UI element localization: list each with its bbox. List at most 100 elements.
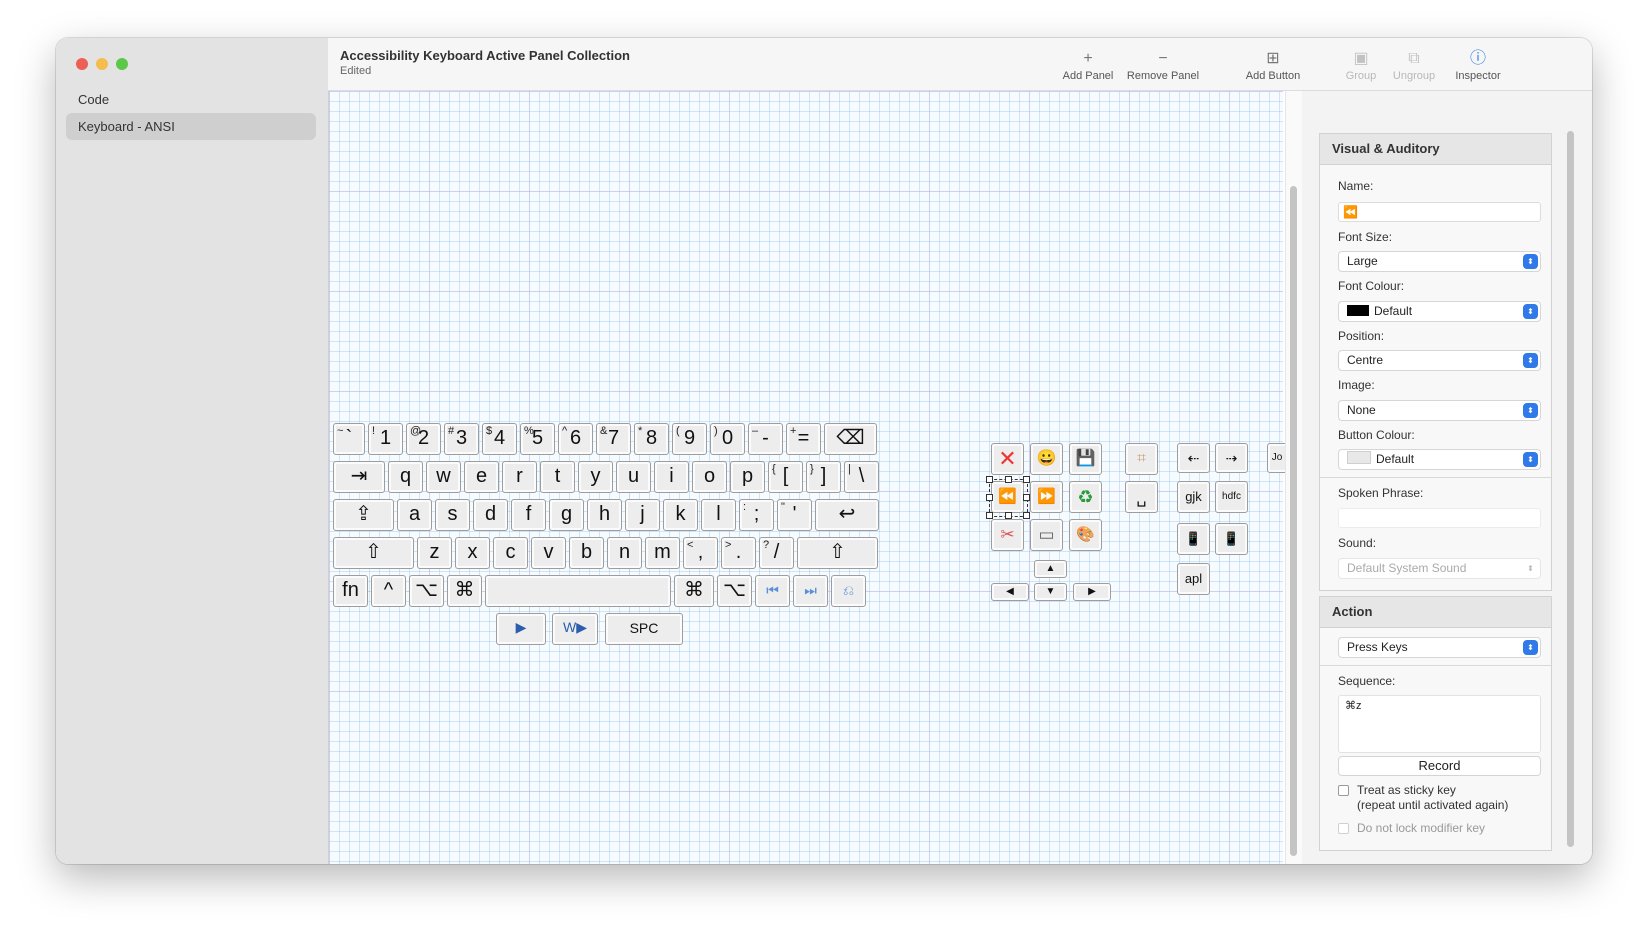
- key-row1-7[interactable]: & 7: [596, 423, 631, 455]
- key-row3-6[interactable]: h: [587, 499, 622, 531]
- key-row6-2[interactable]: SPC: [605, 613, 683, 645]
- key-row3-9[interactable]: l: [701, 499, 736, 531]
- key-row3-2[interactable]: s: [435, 499, 470, 531]
- key-row1-9[interactable]: (9: [672, 423, 707, 455]
- resize-handle[interactable]: [1023, 476, 1030, 483]
- arrow-left-key[interactable]: ◀: [991, 583, 1029, 601]
- key-row2-1[interactable]: q: [388, 461, 423, 493]
- action-type-select[interactable]: Press Keys ⬍: [1338, 637, 1541, 658]
- key-row4-6[interactable]: n: [607, 537, 642, 569]
- fast-forward-key[interactable]: ⏩: [1030, 481, 1063, 513]
- key-row2-2[interactable]: w: [426, 461, 461, 493]
- key-row4-9[interactable]: >.: [721, 537, 756, 569]
- key-row4-3[interactable]: c: [493, 537, 528, 569]
- key-row3-3[interactable]: d: [473, 499, 508, 531]
- key-row5-9[interactable]: ⎌: [831, 575, 866, 607]
- resize-handle[interactable]: [1005, 476, 1012, 483]
- canvas-vertical-scrollbar[interactable]: [1285, 91, 1302, 864]
- key-row4-5[interactable]: b: [569, 537, 604, 569]
- scrollbar-thumb[interactable]: [1290, 186, 1297, 856]
- key-row2-11[interactable]: {[: [768, 461, 803, 493]
- key-row4-4[interactable]: v: [531, 537, 566, 569]
- lock-modifier-checkbox[interactable]: [1338, 823, 1349, 834]
- key-row1-10[interactable]: ) 0: [710, 423, 745, 455]
- key-row2-3[interactable]: e: [464, 461, 499, 493]
- sequence-field[interactable]: ⌘z: [1338, 695, 1541, 753]
- arrow-up-key[interactable]: ▲: [1034, 560, 1067, 578]
- key-row6-1[interactable]: W▶: [552, 613, 598, 645]
- key-row3-0[interactable]: ⇪: [333, 499, 394, 531]
- window-key[interactable]: ▭: [1030, 519, 1063, 551]
- key-row5-3[interactable]: ⌘: [447, 575, 482, 607]
- key-row2-7[interactable]: u: [616, 461, 651, 493]
- word-left-key[interactable]: ⇠: [1177, 443, 1210, 473]
- key-row1-3[interactable]: #3: [444, 423, 479, 455]
- key-row2-5[interactable]: t: [540, 461, 575, 493]
- key-row4-8[interactable]: <,: [683, 537, 718, 569]
- key-row1-5[interactable]: % 5: [520, 423, 555, 455]
- minimize-window-button[interactable]: [96, 58, 108, 70]
- button-colour-select[interactable]: Default ⬍: [1338, 449, 1541, 470]
- key-row1-2[interactable]: @2: [406, 423, 441, 455]
- key-row5-5[interactable]: ⌘: [674, 575, 714, 607]
- add-button-button[interactable]: ⊞ Add Button: [1233, 48, 1313, 82]
- key-row4-2[interactable]: x: [455, 537, 490, 569]
- zoom-window-button[interactable]: [116, 58, 128, 70]
- resize-handle[interactable]: [1005, 512, 1012, 519]
- key-row4-0[interactable]: ⇧: [333, 537, 414, 569]
- key-row2-13[interactable]: | \: [844, 461, 879, 493]
- key-row4-10[interactable]: ? /: [759, 537, 794, 569]
- group-button[interactable]: ▣ Group: [1336, 48, 1386, 82]
- sound-select[interactable]: Default System Sound ⬍: [1338, 558, 1541, 579]
- resize-handle[interactable]: [986, 476, 993, 483]
- position-select[interactable]: Centre ⬍: [1338, 350, 1541, 371]
- key-row1-6[interactable]: ^ 6: [558, 423, 593, 455]
- remove-panel-button[interactable]: − Remove Panel: [1118, 48, 1208, 82]
- emoji-key[interactable]: 😀: [1030, 443, 1063, 475]
- key-row3-1[interactable]: a: [397, 499, 432, 531]
- name-field[interactable]: ⏪: [1338, 202, 1541, 222]
- resize-handle[interactable]: [986, 494, 993, 501]
- record-button[interactable]: Record: [1338, 756, 1541, 776]
- spoken-phrase-field[interactable]: [1338, 508, 1541, 528]
- image-select[interactable]: None ⬍: [1338, 400, 1541, 421]
- close-action-key[interactable]: ✕: [991, 443, 1024, 475]
- key-row2-10[interactable]: p: [730, 461, 765, 493]
- sidebar-item-keyboard-ansi[interactable]: Keyboard - ANSI: [66, 113, 316, 140]
- key-row3-8[interactable]: k: [663, 499, 698, 531]
- key-row3-12[interactable]: ↩: [815, 499, 879, 531]
- space-symbol-key[interactable]: ␣: [1125, 481, 1158, 513]
- apl-key[interactable]: apl: [1177, 563, 1210, 595]
- palette-key[interactable]: 🎨: [1069, 519, 1102, 551]
- key-row1-4[interactable]: $4: [482, 423, 517, 455]
- key-row5-0[interactable]: fn: [333, 575, 368, 607]
- key-row3-11[interactable]: " ': [777, 499, 812, 531]
- word-right-key[interactable]: ⇢: [1215, 443, 1248, 473]
- sticky-key-checkbox[interactable]: [1338, 785, 1349, 796]
- key-row3-7[interactable]: j: [625, 499, 660, 531]
- key-row5-2[interactable]: ⌥: [409, 575, 444, 607]
- key-row2-6[interactable]: y: [578, 461, 613, 493]
- phone-key-1[interactable]: 📱: [1177, 523, 1210, 555]
- crop-key[interactable]: ⌗: [1125, 443, 1158, 475]
- arrow-down-key[interactable]: ▼: [1034, 583, 1067, 601]
- hdfc-key[interactable]: hdfc: [1215, 481, 1248, 513]
- key-row5-4[interactable]: [485, 575, 671, 607]
- panel-canvas[interactable]: ~ `! 1 @2 #3 $4% 5 ^ 6 & 7 * 8(9) 0– - + = ⌫ ⇥ q w e r t y u i o p{[…: [329, 91, 1300, 864]
- save-key[interactable]: 💾: [1069, 443, 1102, 475]
- key-row2-9[interactable]: o: [692, 461, 727, 493]
- resize-handle[interactable]: [1023, 494, 1030, 501]
- key-row2-8[interactable]: i: [654, 461, 689, 493]
- key-row1-11[interactable]: – -: [748, 423, 783, 455]
- arrow-right-key[interactable]: ▶: [1073, 583, 1111, 601]
- key-row5-1[interactable]: ^: [371, 575, 406, 607]
- phone-key-2[interactable]: 📱: [1215, 523, 1248, 555]
- font-size-select[interactable]: Large ⬍: [1338, 251, 1541, 272]
- add-panel-button[interactable]: + Add Panel: [1053, 48, 1123, 82]
- sidebar-item-code[interactable]: Code: [66, 86, 316, 113]
- inspector-scrollbar[interactable]: [1566, 91, 1576, 864]
- key-row1-0[interactable]: ~ `: [333, 423, 365, 455]
- key-row3-4[interactable]: f: [511, 499, 546, 531]
- gjk-key[interactable]: gjk: [1177, 481, 1210, 513]
- scrollbar-thumb[interactable]: [1567, 131, 1574, 847]
